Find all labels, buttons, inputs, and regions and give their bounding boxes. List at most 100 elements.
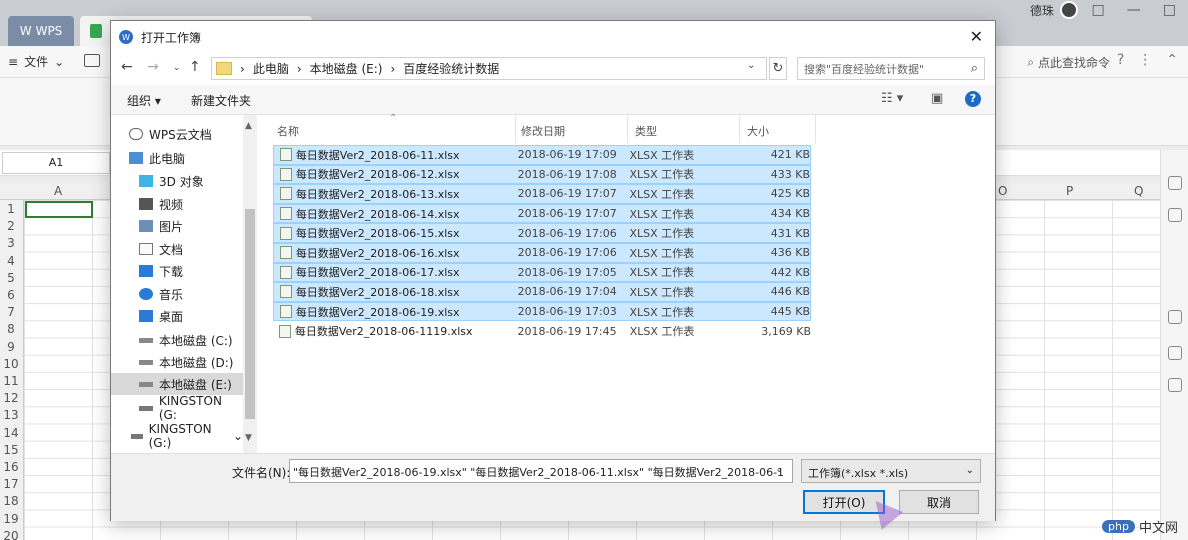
nav-item[interactable]: 3D 对象 [111,170,243,192]
help-icon[interactable]: ? [1117,52,1124,68]
organize-menu[interactable]: 组织 ▾ [127,92,161,109]
file-row[interactable]: 每日数据Ver2_2018-06-14.xlsx 2018-06-19 17:07… [273,203,811,224]
row-number[interactable]: 12 [0,390,22,407]
row-number[interactable]: 13 [0,407,22,424]
column-divider[interactable] [739,115,740,143]
nav-item[interactable]: 桌面 [111,305,243,327]
row-number[interactable]: 10 [0,356,22,373]
back-arrow-icon[interactable]: ← [121,59,133,75]
column-divider[interactable] [627,115,628,143]
scroll-up-icon[interactable]: ▲ [245,121,252,131]
preview-pane-icon[interactable]: ▣ [931,91,943,106]
chevron-down-icon[interactable]: ⌄ [747,60,755,71]
row-number[interactable]: 19 [0,511,22,528]
skin-icon[interactable]: □ [1092,2,1105,18]
avatar[interactable] [1060,1,1078,19]
command-search[interactable]: ⌕ 点此查找命令 [1027,54,1110,71]
refresh-icon[interactable]: ↻ [769,57,787,80]
view-options-icon[interactable]: ☷ ▾ [881,91,903,106]
name-box[interactable]: A1 [2,152,110,174]
collapse-icon[interactable]: ⌃ [1166,52,1178,68]
help-circle-icon[interactable] [1168,346,1182,360]
row-number[interactable]: 7 [0,304,22,321]
wps-home-tab[interactable]: W WPS [8,16,74,46]
new-folder-button[interactable]: 新建文件夹 [191,92,251,109]
nav-item[interactable]: 图片 [111,215,243,237]
chevron-down-icon[interactable]: ⌄ [233,429,243,443]
column-a[interactable]: A [54,184,62,198]
select-tool-icon[interactable] [1168,176,1182,190]
row-number[interactable]: 1 [0,201,22,218]
breadcrumb-drive-e[interactable]: 本地磁盘 (E:) [310,60,383,77]
file-row[interactable]: 每日数据Ver2_2018-06-19.xlsx 2018-06-19 17:03… [273,301,811,322]
filename-field[interactable]: "每日数据Ver2_2018-06-19.xlsx" "每日数据Ver2_201… [289,459,793,483]
file-row[interactable]: 每日数据Ver2_2018-06-17.xlsx 2018-06-19 17:05… [273,262,811,283]
maximize-icon[interactable]: □ [1163,2,1176,18]
file-row[interactable]: 每日数据Ver2_2018-06-1119.xlsx 2018-06-19 17:… [273,321,811,341]
file-menu[interactable]: ≡ 文件 ⌄ [8,53,64,70]
nav-item[interactable]: 本地磁盘 (D:) [111,351,243,373]
shape-icon[interactable] [1168,208,1182,222]
chevron-down-icon[interactable]: ⌄ [775,464,783,475]
column-date[interactable]: 修改日期 [521,123,565,139]
column-divider[interactable] [515,115,516,143]
nav-item[interactable]: 音乐 [111,283,243,305]
grid-icon[interactable] [1168,378,1182,392]
row-number[interactable]: 4 [0,253,22,270]
breadcrumb-this-pc[interactable]: 此电脑 [253,60,289,77]
row-number[interactable]: 16 [0,459,22,476]
forward-arrow-icon[interactable]: → [147,59,159,75]
column-size[interactable]: 大小 [747,123,769,139]
address-bar[interactable]: › 此电脑 › 本地磁盘 (E:) › 百度经验统计数据 [211,57,767,80]
active-cell[interactable] [25,201,93,218]
row-number[interactable]: 14 [0,425,22,442]
file-row[interactable]: 每日数据Ver2_2018-06-16.xlsx 2018-06-19 17:06… [273,243,811,263]
nav-item[interactable]: WPS云文档 [111,123,243,145]
history-icon[interactable] [1168,310,1182,324]
nav-scrollbar[interactable]: ▲ ▼ [243,115,257,453]
nav-item[interactable]: 本地磁盘 (C:) [111,329,243,351]
help-icon[interactable]: ? [965,91,981,107]
file-row[interactable]: 每日数据Ver2_2018-06-15.xlsx 2018-06-19 17:06… [273,223,811,243]
nav-item[interactable]: 下载 [111,260,243,282]
row-number[interactable]: 20 [0,528,22,540]
row-number[interactable]: 18 [0,493,22,510]
breadcrumb-folder[interactable]: 百度经验统计数据 [403,60,499,77]
nav-item[interactable]: KINGSTON (G:) ⌄ [111,422,243,450]
minimize-icon[interactable]: — [1127,2,1141,18]
nav-item[interactable]: 此电脑 [111,147,243,169]
nav-item[interactable]: 本地磁盘 (E:) [111,373,243,395]
cancel-button[interactable]: 取消 [899,490,979,514]
column-p[interactable]: P [1066,184,1073,198]
scroll-down-icon[interactable]: ▼ [245,433,252,443]
file-row[interactable]: 每日数据Ver2_2018-06-18.xlsx 2018-06-19 17:04… [273,282,811,302]
file-row[interactable]: 每日数据Ver2_2018-06-13.xlsx 2018-06-19 17:07… [273,184,811,204]
row-number[interactable]: 8 [0,321,22,338]
row-number[interactable]: 9 [0,339,22,356]
column-o[interactable]: O [998,184,1007,198]
row-number[interactable]: 2 [0,218,22,235]
row-number[interactable]: 3 [0,235,22,252]
nav-item[interactable]: KINGSTON (G: [111,394,243,422]
column-divider[interactable] [815,115,816,143]
nav-item[interactable]: 文档 [111,238,243,260]
search-input[interactable]: 搜索"百度经验统计数据" ⌕ [797,57,985,80]
row-number[interactable]: 6 [0,287,22,304]
recent-dropdown-icon[interactable]: ⌄ [173,63,181,73]
row-number[interactable]: 11 [0,373,22,390]
row-number[interactable]: 5 [0,270,22,287]
nav-scroll-thumb[interactable] [245,209,255,419]
file-row[interactable]: 每日数据Ver2_2018-06-11.xlsx 2018-06-19 17:09… [273,145,811,165]
column-name[interactable]: 名称 [277,123,299,139]
column-type[interactable]: 类型 [635,123,657,139]
row-number[interactable]: 17 [0,476,22,493]
filetype-select[interactable]: 工作簿(*.xlsx *.xls) ⌄ [801,459,981,483]
file-row[interactable]: 每日数据Ver2_2018-06-12.xlsx 2018-06-19 17:08… [273,164,811,185]
up-arrow-icon[interactable]: ↑ [189,59,201,75]
close-icon[interactable]: ✕ [970,27,983,46]
row-number[interactable]: 15 [0,442,22,459]
column-q[interactable]: Q [1134,184,1143,198]
nav-item[interactable]: 视频 [111,193,243,215]
more-icon[interactable]: ⋮ [1138,52,1152,68]
user-area[interactable]: 德珠 [1030,0,1078,20]
